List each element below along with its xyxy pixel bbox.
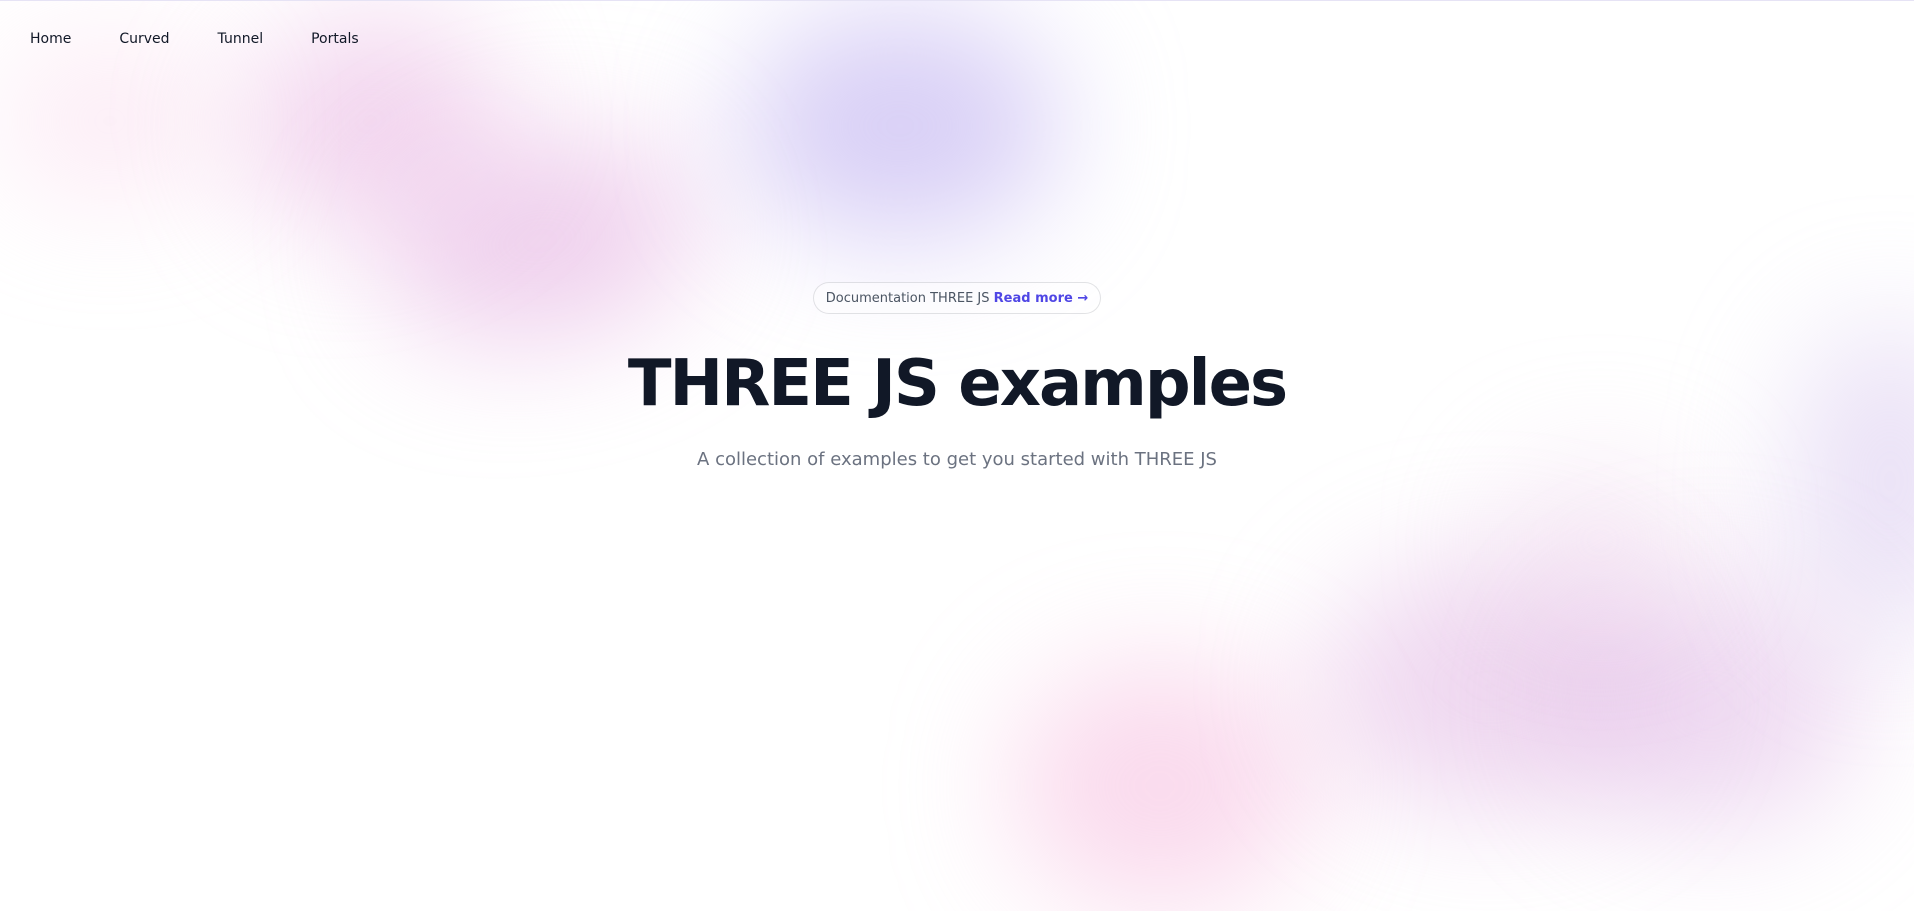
top-nav: Home Curved Tunnel Portals: [30, 27, 359, 51]
page-subtitle: A collection of examples to get you star…: [697, 449, 1217, 470]
documentation-badge: Documentation THREE JS Read more →: [812, 282, 1102, 314]
hero-section: Documentation THREE JS Read more → THREE…: [0, 282, 1914, 474]
badge-text: Documentation THREE JS: [825, 291, 994, 306]
nav-link-tunnel[interactable]: Tunnel: [218, 27, 264, 51]
gradient-blob: [1500, 461, 1700, 621]
read-more-link[interactable]: Read more →: [994, 291, 1089, 306]
page-title: THREE JS examples: [627, 347, 1288, 421]
nav-link-curved[interactable]: Curved: [119, 27, 169, 51]
gradient-blob: [1320, 561, 1660, 811]
gradient-blob: [1010, 661, 1310, 911]
gradient-blob: [740, 11, 1060, 241]
gradient-blob: [1560, 581, 1860, 831]
nav-link-home[interactable]: Home: [30, 27, 71, 51]
page: Home Curved Tunnel Portals Documentation…: [0, 0, 1914, 911]
gradient-blob: [0, 41, 220, 201]
nav-link-portals[interactable]: Portals: [311, 27, 359, 51]
